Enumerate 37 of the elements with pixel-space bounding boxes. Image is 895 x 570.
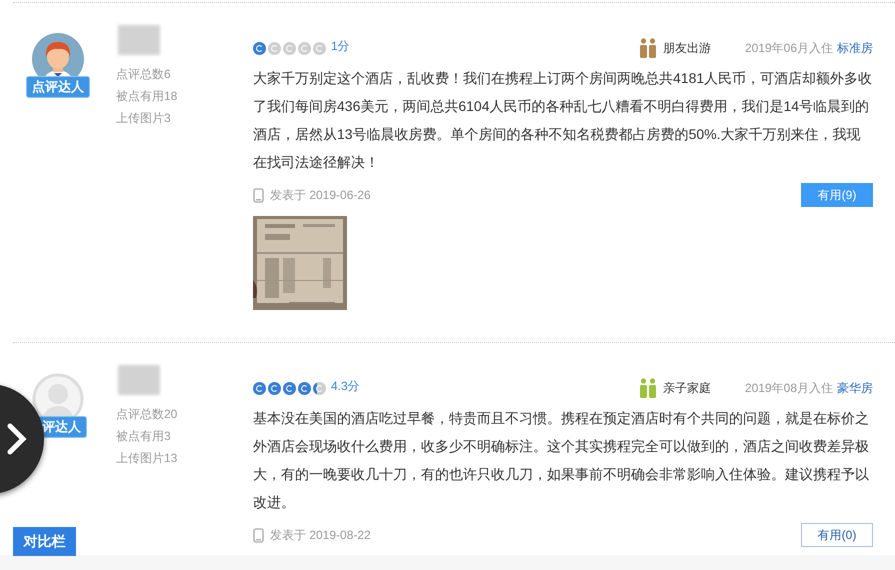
chevron-right-icon[interactable] (6, 422, 28, 456)
useful-button[interactable]: 有用(9) (801, 183, 873, 207)
rating-icon (253, 382, 266, 394)
useful-button[interactable]: 有用(0) (801, 523, 873, 547)
user-stat: 上传图片13 (116, 450, 178, 467)
rating-icon (283, 42, 296, 54)
blurred-username (118, 365, 160, 395)
rating-icon (268, 42, 281, 54)
trip-type: 亲子家庭 (662, 380, 711, 396)
rating-icon (298, 42, 311, 54)
stay-date: 2019年08月入住 (744, 380, 833, 396)
rating-icon (313, 42, 326, 54)
user-stat: 上传图片3 (116, 110, 172, 127)
user-stat: 被点有用18 (116, 88, 178, 105)
post-date: 发表于 2019-06-26 (270, 186, 371, 204)
stay-date: 2019年06月入住 (744, 40, 833, 56)
rating-icon (283, 382, 296, 394)
rating-score: 1分 (331, 38, 350, 54)
rating-icon (313, 382, 326, 394)
rating-icon (268, 382, 281, 394)
user-stat: 被点有用3 (116, 428, 172, 445)
review-text: 基本没在美国的酒店吃过早餐，特贵而且不习惯。携程在预定酒店时有个共同的问题，就是在标价之外酒店会现场收什么费用，收多少不明确标注。这个其实携程完全可以做到的，酒店之间收费差异极大，有的一晚要收几十刀，有的也许只收几刀，如果事前不明确会非常影响入住体验。建议携程予以改进。 (253, 409, 870, 512)
user-stat: 点评总数6 (116, 66, 172, 83)
rating-score: 4.3分 (331, 378, 360, 394)
compare-button[interactable]: 对比栏 (13, 527, 76, 556)
room-type-link[interactable]: 标准房 (837, 40, 873, 56)
rating-icon (253, 42, 266, 54)
trip-type: 朋友出游 (662, 40, 711, 56)
rating-icon (298, 382, 311, 394)
user-stat: 点评总数20 (116, 406, 178, 423)
review-text: 大家千万别定这个酒店，乱收费！我们在携程上订两个房间两晚总共4181人民币，可酒店却额外多收了我们每间房436美元，两间总共6104人民币的各种乱七八糟看不明白得费用，我们是14号临晨到的酒店，居然从13号临晨收房费。单个房间的各种不知名税费都占房费的50%.大家千万别来住，我现在找司法途径解决！ (253, 69, 873, 172)
phone-icon (253, 188, 264, 202)
post-date: 发表于 2019-08-22 (270, 526, 371, 544)
room-type-link[interactable]: 豪华房 (837, 380, 873, 396)
blurred-username (118, 25, 160, 55)
expert-badge: 点评达人 (27, 77, 89, 97)
phone-icon (253, 528, 264, 542)
